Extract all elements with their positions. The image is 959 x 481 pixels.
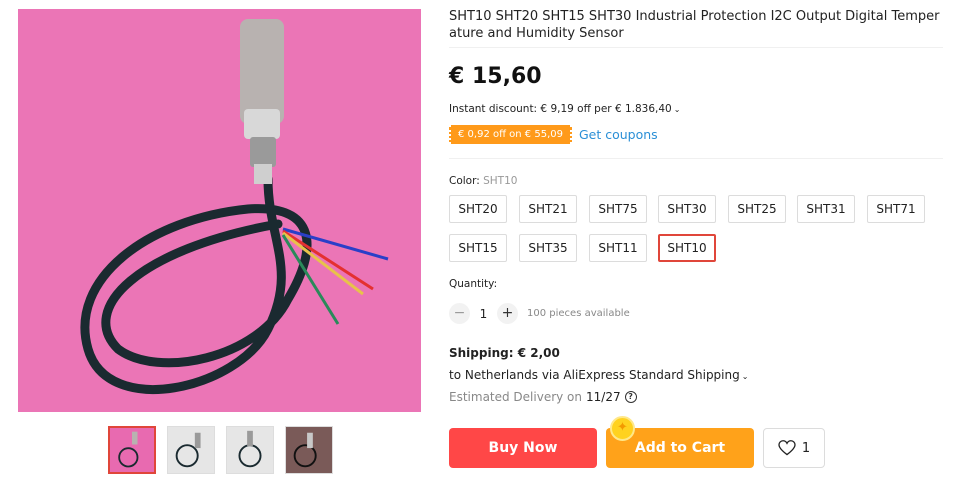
coin-icon: ✦ — [610, 416, 635, 441]
divider — [449, 158, 943, 159]
color-label-text: Color: — [449, 175, 484, 187]
buy-now-button[interactable]: Buy Now — [449, 428, 597, 468]
shipping-cost: Shipping: € 2,00 — [449, 346, 560, 360]
thumbnail-3[interactable] — [226, 426, 274, 474]
shipping-destination[interactable]: to Netherlands via AliExpress Standard S… — [449, 368, 748, 382]
instant-discount[interactable]: Instant discount: € 9,19 off per € 1.836… — [449, 103, 680, 115]
sku-option[interactable]: SHT30 — [658, 195, 716, 223]
chevron-down-icon: ⌄ — [741, 372, 749, 381]
quantity-decrease-button[interactable]: − — [449, 303, 470, 324]
quantity-label: Quantity: — [449, 278, 498, 290]
wishlist-count: 1 — [801, 440, 811, 456]
quantity-input[interactable]: 1 — [470, 307, 497, 321]
sku-option[interactable]: SHT21 — [519, 195, 577, 223]
thumbnail-4[interactable] — [285, 426, 333, 474]
help-icon[interactable]: ? — [624, 391, 637, 403]
sku-option[interactable]: SHT31 — [797, 195, 855, 223]
sku-option-selected[interactable]: SHT10 — [658, 234, 716, 262]
sku-option[interactable]: SHT11 — [589, 234, 647, 262]
pieces-available: 100 pieces available — [527, 308, 630, 319]
divider — [449, 47, 943, 48]
main-product-image[interactable] — [18, 9, 421, 412]
instant-discount-text: Instant discount: € 9,19 off per € 1.836… — [449, 103, 672, 115]
color-selected-value: SHT10 — [483, 175, 518, 187]
quantity-increase-button[interactable]: + — [497, 303, 518, 324]
sku-option[interactable]: SHT25 — [728, 195, 786, 223]
color-label: Color: SHT10 — [449, 175, 517, 187]
sku-option[interactable]: SHT20 — [449, 195, 507, 223]
get-coupons-link[interactable]: Get coupons — [579, 127, 658, 142]
thumbnail-2[interactable] — [167, 426, 215, 474]
sku-option[interactable]: SHT75 — [589, 195, 647, 223]
sku-option[interactable]: SHT71 — [867, 195, 925, 223]
sku-option[interactable]: SHT35 — [519, 234, 577, 262]
estimated-delivery: Estimated Delivery on 11/27 ? — [449, 390, 637, 404]
product-price: € 15,60 — [449, 64, 542, 89]
wishlist-button[interactable]: 1 — [763, 428, 825, 468]
thumbnail-strip — [108, 426, 333, 474]
delivery-date: 11/27 — [586, 390, 621, 404]
product-title: SHT10 SHT20 SHT15 SHT30 Industrial Prote… — [449, 9, 940, 41]
chevron-down-icon: ⌄ — [673, 105, 681, 114]
shipping-destination-text: to Netherlands via AliExpress Standard S… — [449, 368, 740, 382]
coupon-badge: € 0,92 off on € 55,09 — [449, 125, 572, 144]
heart-icon — [778, 440, 796, 456]
thumbnail-1[interactable] — [108, 426, 156, 474]
quantity-stepper: − 1 + 100 pieces available — [449, 303, 630, 324]
sku-option[interactable]: SHT15 — [449, 234, 507, 262]
coupon-row: € 0,92 off on € 55,09 Get coupons — [449, 125, 658, 144]
delivery-label: Estimated Delivery on — [449, 390, 583, 404]
